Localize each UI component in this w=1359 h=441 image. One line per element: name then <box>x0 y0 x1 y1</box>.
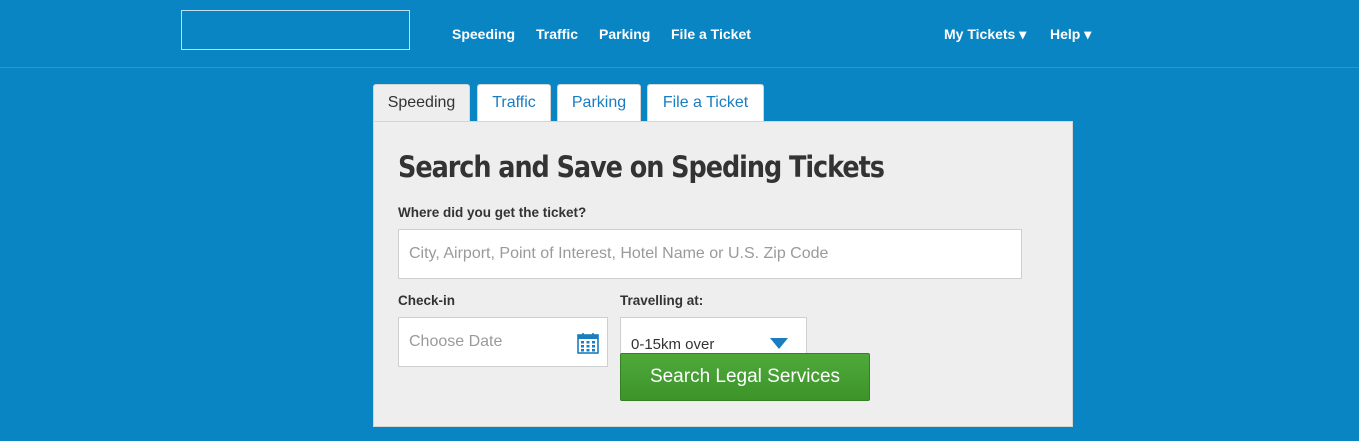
search-legal-services-button[interactable]: Search Legal Services <box>620 353 870 401</box>
checkin-field[interactable] <box>398 317 608 367</box>
location-input[interactable] <box>399 230 1021 278</box>
page-title: Search and Save on Speding Tickets <box>398 150 885 184</box>
nav-speeding[interactable]: Speeding <box>452 26 515 42</box>
location-field[interactable] <box>398 229 1022 279</box>
speed-select-value: 0-15km over <box>631 336 715 353</box>
checkin-input[interactable] <box>399 318 607 366</box>
top-navbar: Speeding Traffic Parking File a Ticket M… <box>0 0 1359 68</box>
tab-traffic[interactable]: Traffic <box>477 84 551 121</box>
location-label: Where did you get the ticket? <box>398 205 587 220</box>
tab-file-a-ticket[interactable]: File a Ticket <box>647 84 764 121</box>
nav-parking[interactable]: Parking <box>599 26 650 42</box>
logo-placeholder[interactable] <box>181 10 410 50</box>
tab-parking[interactable]: Parking <box>557 84 641 121</box>
nav-help-dropdown[interactable]: Help ▾ <box>1050 26 1091 43</box>
tab-speeding[interactable]: Speeding <box>373 84 470 122</box>
nav-traffic[interactable]: Traffic <box>536 26 578 42</box>
dropdown-caret-icon[interactable] <box>770 338 788 349</box>
checkin-label: Check-in <box>398 293 456 308</box>
nav-my-tickets-dropdown[interactable]: My Tickets ▾ <box>944 26 1026 43</box>
nav-file-a-ticket[interactable]: File a Ticket <box>671 26 751 42</box>
calendar-icon[interactable] <box>577 332 599 354</box>
speed-label: Travelling at: <box>620 293 704 308</box>
